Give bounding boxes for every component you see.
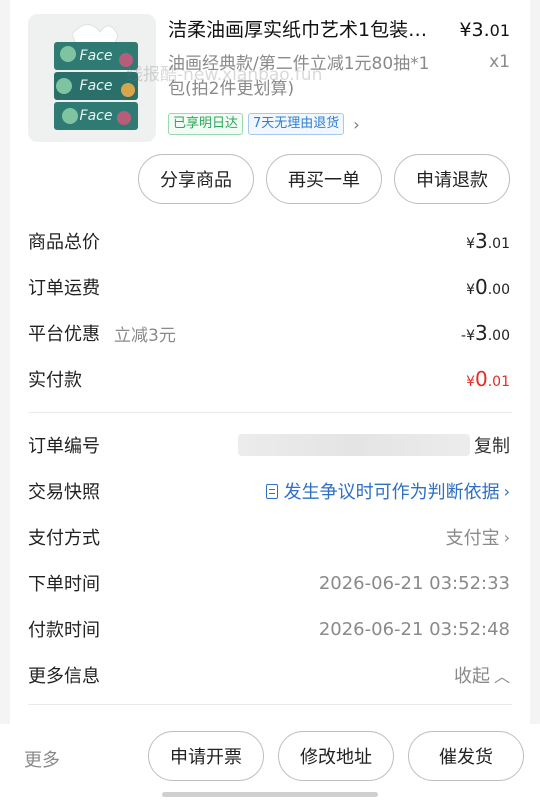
summary-row-discount: 平台优惠 立减3元 -¥3.00 bbox=[28, 321, 510, 346]
pay-time-value: 2026-06-21 03:52:48 bbox=[318, 618, 510, 640]
discount-value: -¥3.00 bbox=[461, 321, 510, 345]
product-price: ¥3.01 bbox=[459, 19, 510, 41]
trade-snapshot-link[interactable]: 发生争议时可作为判断依据 › bbox=[265, 478, 510, 504]
modify-address-button[interactable]: 修改地址 bbox=[278, 731, 394, 781]
product-image[interactable]: Face Face Face bbox=[28, 14, 156, 142]
order-number-row: 订单编号 复制 bbox=[28, 430, 510, 460]
copy-order-number-button[interactable]: 复制 bbox=[474, 432, 510, 458]
chevron-right-icon: › bbox=[503, 527, 510, 547]
order-detail-card: Face Face Face 洁柔油画厚实纸巾艺术1包装… ¥3.01 油画经典… bbox=[10, 0, 530, 724]
request-refund-button[interactable]: 申请退款 bbox=[394, 154, 510, 204]
summary-row-total-price: 商品总价 ¥3.01 bbox=[28, 229, 510, 253]
pay-time-row: 付款时间 2026-06-21 03:52:48 bbox=[28, 618, 510, 642]
more-info-row[interactable]: 更多信息 收起 ︿ bbox=[28, 660, 510, 690]
product-variant: 油画经典款/第二件立减1元80抽*1包(拍2件更划算) bbox=[168, 54, 430, 99]
discount-detail: 立减3元 bbox=[114, 325, 176, 346]
order-time-value: 2026-06-21 03:52:33 bbox=[318, 572, 510, 594]
product-quantity: x1 bbox=[489, 52, 510, 72]
payment-method-row[interactable]: 支付方式 支付宝 › bbox=[28, 522, 510, 552]
tag-7day-return: 7天无理由退货 bbox=[248, 113, 345, 135]
collapse-toggle[interactable]: 收起 ︿ bbox=[454, 662, 510, 688]
product-title[interactable]: 洁柔油画厚实纸巾艺术1包装… bbox=[168, 16, 442, 44]
service-tags[interactable]: 已享明日达 7天无理由退货 › bbox=[168, 113, 360, 135]
document-icon bbox=[265, 483, 278, 499]
payment-method-value: 支付宝 bbox=[445, 528, 500, 549]
order-time-row: 下单时间 2026-06-21 03:52:33 bbox=[28, 572, 510, 596]
summary-row-shipping: 订单运费 ¥0.00 bbox=[28, 275, 510, 299]
product-brand-text: Face bbox=[80, 48, 113, 64]
more-actions-link[interactable]: 更多 bbox=[24, 746, 60, 772]
total-price-value: ¥3.01 bbox=[466, 229, 510, 253]
home-indicator bbox=[162, 792, 378, 797]
tag-next-day-delivery: 已享明日达 bbox=[168, 113, 244, 135]
svg-text:Face: Face bbox=[80, 78, 113, 94]
chevron-right-icon: › bbox=[503, 481, 510, 501]
chevron-right-icon[interactable]: › bbox=[353, 115, 359, 134]
urge-shipping-button[interactable]: 催发货 bbox=[408, 731, 524, 781]
divider bbox=[28, 704, 512, 705]
chevron-up-icon: ︿ bbox=[493, 667, 510, 686]
svg-text:Face: Face bbox=[80, 108, 113, 124]
buy-again-button[interactable]: 再买一单 bbox=[266, 154, 382, 204]
order-number-masked bbox=[238, 434, 470, 456]
bottom-action-bar: 更多 申请开票 修改地址 催发货 bbox=[0, 724, 540, 801]
shipping-value: ¥0.00 bbox=[466, 275, 510, 299]
trade-snapshot-row[interactable]: 交易快照 发生争议时可作为判断依据 › bbox=[28, 476, 510, 506]
summary-row-paid: 实付款 ¥0.01 bbox=[28, 367, 510, 391]
request-invoice-button[interactable]: 申请开票 bbox=[148, 731, 264, 781]
tissue-box-image: Face Face Face bbox=[28, 14, 156, 142]
order-action-row: 分享商品 再买一单 申请退款 bbox=[138, 154, 510, 204]
share-product-button[interactable]: 分享商品 bbox=[138, 154, 254, 204]
paid-amount-value: ¥0.01 bbox=[466, 367, 510, 391]
divider bbox=[28, 412, 512, 413]
